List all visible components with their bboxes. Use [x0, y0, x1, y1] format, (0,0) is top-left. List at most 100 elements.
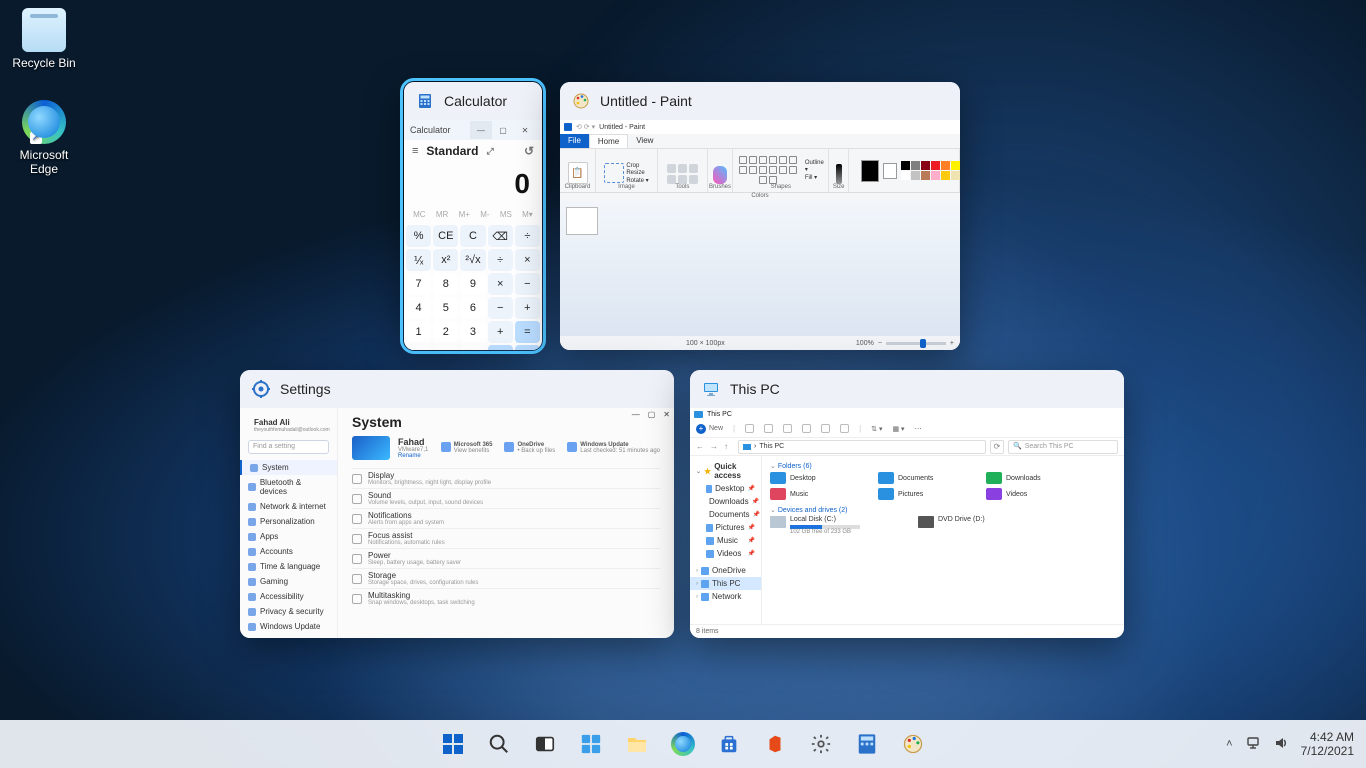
- folders-group-label: Folders (6): [778, 463, 812, 470]
- taskview-card-calculator[interactable]: Calculator Calculator — ▢ ✕ ≡ Standard ⤢…: [404, 82, 542, 350]
- maximize-icon: ▢: [648, 410, 656, 419]
- settings-button[interactable]: [801, 724, 841, 764]
- calc-mem-btn: M▾: [522, 210, 533, 219]
- calc-key: 2: [433, 321, 458, 343]
- tree-item: ›OneDrive: [690, 564, 761, 577]
- calc-key: +: [488, 321, 513, 343]
- volume-icon[interactable]: [1273, 735, 1289, 754]
- view-icon: ▦ ▾: [893, 425, 905, 433]
- settings-promo-card: Windows UpdateLast checked: 51 minutes a…: [567, 442, 660, 454]
- nav-icon: [248, 563, 256, 571]
- system-clock[interactable]: 4:42 AM 7/12/2021: [1301, 730, 1354, 759]
- shape-icon: [759, 176, 767, 184]
- settings-nav-item: Apps: [240, 529, 337, 544]
- user-email: theyouthfemuhadali@outlook.com: [254, 427, 330, 433]
- calc-key: 1: [406, 321, 431, 343]
- calc-key: 6: [460, 297, 485, 319]
- taskview-card-thispc[interactable]: This PC This PC +New | | ⇅ ▾ ▦ ▾ ⋯ ← →: [690, 370, 1124, 638]
- search-button[interactable]: [479, 724, 519, 764]
- status-items: 8 items: [696, 628, 719, 635]
- settings-nav-item: Gaming: [240, 574, 337, 589]
- tree-item: Desktop📌: [690, 482, 761, 495]
- file-explorer-button[interactable]: [617, 724, 657, 764]
- edge-button[interactable]: [663, 724, 703, 764]
- calc-mem-btn: MR: [436, 210, 448, 219]
- nav-icon: [248, 503, 256, 511]
- edge-label: Microsoft Edge: [12, 148, 76, 176]
- calc-key: 3: [460, 321, 485, 343]
- sort-icon: ⇅ ▾: [871, 425, 882, 433]
- calc-key: 9: [460, 273, 485, 295]
- settings-row: StorageStorage space, drives, configurat…: [352, 568, 660, 588]
- shape-icon: [789, 166, 797, 174]
- minimize-icon: —: [632, 410, 640, 419]
- tree-item: ›This PC: [690, 577, 761, 590]
- nav-icon: [248, 593, 256, 601]
- tab-view: View: [628, 134, 661, 148]
- app-title: Calculator: [410, 125, 451, 135]
- paint-icon: [572, 92, 590, 110]
- calc-key: ×: [515, 249, 540, 271]
- group-image-label: Image: [618, 184, 635, 190]
- calc-key: CE: [433, 225, 458, 247]
- taskview-card-header: Settings: [240, 370, 674, 408]
- shape-icon: [739, 166, 747, 174]
- calc-mem-btn: MC: [413, 210, 425, 219]
- taskview-card-title: Settings: [280, 381, 331, 397]
- shape-icon: [769, 176, 777, 184]
- shape-icon: [759, 166, 767, 174]
- color-swatch: [931, 171, 940, 180]
- rename-icon: [802, 424, 811, 433]
- taskview-card-title: Calculator: [444, 93, 507, 109]
- drive-icon: [770, 516, 786, 528]
- shape-icon: [749, 166, 757, 174]
- paint-window-title: Untitled - Paint: [599, 124, 645, 131]
- settings-row: Focus assistNotifications, automatic rul…: [352, 528, 660, 548]
- calculator-thumbnail: Calculator — ▢ ✕ ≡ Standard ⤢ ↺ 0 MCMRM+…: [404, 120, 542, 350]
- color1-swatch: [861, 160, 879, 182]
- calc-key: −: [515, 273, 540, 295]
- paint-button[interactable]: [893, 724, 933, 764]
- taskview-card-paint[interactable]: Untitled - Paint ⟲ ⟳ ▾ Untitled - Paint …: [560, 82, 960, 350]
- paint-thumbnail: ⟲ ⟳ ▾ Untitled - Paint File Home View 📋 …: [560, 120, 960, 350]
- explorer-window-title: This PC: [707, 411, 732, 418]
- settings-nav-item: System: [240, 460, 337, 475]
- calc-mem-btn: M-: [480, 210, 489, 219]
- close-icon: ✕: [663, 410, 670, 419]
- store-button[interactable]: [709, 724, 749, 764]
- calc-key: +: [515, 297, 540, 319]
- task-view-button[interactable]: [525, 724, 565, 764]
- taskview-card-settings[interactable]: Settings —▢✕ Fahad Ali theyouthfemuhadal…: [240, 370, 674, 638]
- office-button[interactable]: [755, 724, 795, 764]
- device-name: Fahad: [398, 437, 428, 447]
- outline-label: Outline ▾: [805, 160, 828, 173]
- settings-nav-item: Privacy & security: [240, 604, 337, 619]
- zoom-slider: [886, 342, 946, 345]
- device-preview: [352, 436, 390, 460]
- cursor-pos: 100 × 100px: [686, 340, 725, 347]
- tree-item: Downloads📌: [690, 495, 761, 508]
- rotate-label: Rotate ▾: [626, 177, 648, 184]
- calculator-button[interactable]: [847, 724, 887, 764]
- widgets-button[interactable]: [571, 724, 611, 764]
- start-button[interactable]: [433, 724, 473, 764]
- settings-nav-item: Bluetooth & devices: [240, 475, 337, 499]
- color-swatch: [951, 171, 960, 180]
- nav-icon: [248, 578, 256, 586]
- maximize-icon: ▢: [492, 121, 514, 139]
- back-icon: ←: [696, 442, 706, 451]
- calc-key: x²: [433, 249, 458, 271]
- calc-key: %: [406, 225, 431, 247]
- tray-overflow-icon[interactable]: ˄: [1226, 738, 1232, 750]
- nav-icon: [248, 483, 256, 491]
- recycle-bin-desktop-icon[interactable]: Recycle Bin: [12, 8, 76, 70]
- settings-search: Find a setting: [248, 440, 329, 454]
- folder-item: Desktop: [770, 472, 860, 484]
- shape-icon: [749, 156, 757, 164]
- keep-on-top-icon: ⤢: [486, 146, 493, 157]
- edge-desktop-icon[interactable]: ↗ Microsoft Edge: [12, 100, 76, 176]
- resize-label: Resize: [626, 170, 648, 176]
- color-swatch: [951, 161, 960, 170]
- network-icon[interactable]: [1245, 735, 1261, 754]
- crop-label: Crop: [626, 163, 648, 169]
